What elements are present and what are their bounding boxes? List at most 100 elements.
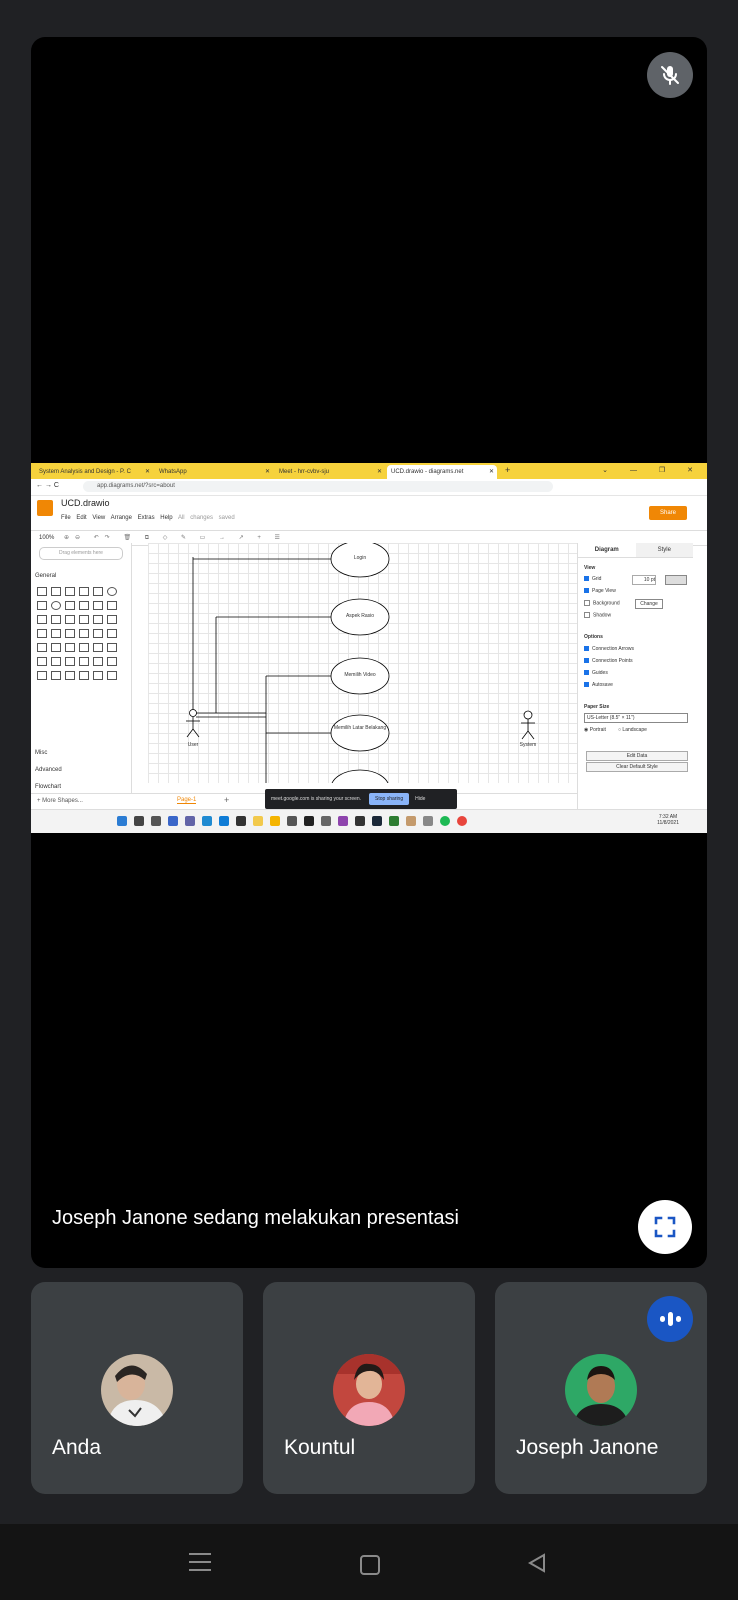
tab-diagram[interactable]: Diagram bbox=[578, 543, 636, 557]
search-icon bbox=[134, 816, 144, 826]
avatar bbox=[101, 1354, 173, 1426]
presenting-caption: Joseph Janone sedang melakukan presentas… bbox=[52, 1207, 459, 1229]
new-tab-button[interactable]: + bbox=[505, 465, 510, 475]
edge-dev-icon bbox=[219, 816, 229, 826]
browser-urlbar: ← → C app.diagrams.net/?src=about bbox=[31, 479, 707, 496]
screen-share-banner: meet.google.com is sharing your screen. … bbox=[265, 789, 457, 809]
view-heading: View bbox=[584, 565, 596, 571]
back-icon[interactable] bbox=[526, 1552, 548, 1579]
nav-arrows-icon[interactable]: ← → C bbox=[36, 482, 59, 489]
terminal-icon bbox=[236, 816, 246, 826]
tab-style[interactable]: Style bbox=[635, 543, 693, 557]
page-tab[interactable]: Page-1 bbox=[177, 797, 197, 804]
speaking-indicator-icon bbox=[647, 1296, 693, 1342]
app-icon bbox=[287, 816, 297, 826]
fullscreen-icon[interactable] bbox=[638, 1200, 692, 1254]
app-icon bbox=[304, 816, 314, 826]
shadow-checkbox[interactable]: Shadow bbox=[584, 612, 611, 618]
advanced-section[interactable]: Advanced bbox=[35, 767, 62, 773]
options-heading: Options bbox=[584, 634, 603, 640]
participant-tile[interactable]: Joseph Janone bbox=[495, 1282, 707, 1494]
avatar bbox=[333, 1354, 405, 1426]
mic-off-icon bbox=[647, 52, 693, 98]
app-icon bbox=[321, 816, 331, 826]
use-case-label[interactable]: Memilih Video bbox=[331, 672, 389, 678]
presentation-stage: System Analysis and Design - P. C ✕ Whats… bbox=[31, 37, 707, 1268]
share-button[interactable]: Share bbox=[649, 506, 687, 520]
shapes-grid bbox=[37, 587, 125, 680]
recent-apps-icon[interactable] bbox=[189, 1553, 211, 1577]
avatar bbox=[565, 1354, 637, 1426]
landscape-radio[interactable]: ○ Landscape bbox=[618, 727, 647, 733]
edge-icon bbox=[202, 816, 212, 826]
home-icon[interactable] bbox=[360, 1555, 380, 1575]
more-shapes-link[interactable]: + More Shapes... bbox=[37, 798, 83, 804]
browser-tab-active[interactable]: UCD.drawio - diagrams.net ✕ bbox=[387, 465, 497, 479]
shapes-search-input[interactable]: Drag elements here bbox=[39, 547, 123, 560]
task-view-icon bbox=[151, 816, 161, 826]
actor-label[interactable]: System bbox=[514, 742, 542, 748]
grid-color-swatch[interactable] bbox=[665, 575, 687, 585]
chrome-icon bbox=[457, 816, 467, 826]
stop-sharing-button[interactable]: Stop sharing bbox=[369, 793, 410, 805]
app-icon bbox=[423, 816, 433, 826]
change-button[interactable]: Change bbox=[635, 599, 663, 609]
paper-size-select[interactable]: US-Letter (8.5" × 11") bbox=[584, 713, 688, 723]
guides-checkbox[interactable]: Guides bbox=[584, 670, 608, 676]
add-page-button[interactable]: + bbox=[224, 795, 229, 805]
shapes-panel: Drag elements here General Misc Advanced… bbox=[31, 543, 132, 793]
autosave-checkbox[interactable]: Autosave bbox=[584, 682, 613, 688]
shared-screen: System Analysis and Design - P. C ✕ Whats… bbox=[31, 463, 707, 833]
app-icon bbox=[389, 816, 399, 826]
browser-tab[interactable]: WhatsApp ✕ bbox=[155, 465, 273, 479]
flowchart-section[interactable]: Flowchart bbox=[35, 784, 61, 790]
hide-banner-button[interactable]: Hide bbox=[415, 796, 425, 802]
browser-tab[interactable]: Meet - hrr-cvbv-sju ✕ bbox=[275, 465, 385, 479]
browser-tabbar: System Analysis and Design - P. C ✕ Whats… bbox=[31, 463, 707, 479]
general-section[interactable]: General bbox=[35, 573, 56, 579]
use-case-label[interactable]: Aspek Rasio bbox=[331, 613, 389, 619]
drawio-logo-icon bbox=[37, 500, 53, 516]
url-input[interactable]: app.diagrams.net/?src=about bbox=[83, 481, 553, 492]
connection-points-checkbox[interactable]: Connection Points bbox=[584, 658, 633, 664]
windows-taskbar: 7:32 AM 11/8/2021 bbox=[31, 809, 707, 833]
format-panel: Diagram Style View Grid 10 pt Page View … bbox=[577, 543, 693, 833]
widgets-icon bbox=[168, 816, 178, 826]
menu-bar[interactable]: File Edit View Arrange Extras Help All c… bbox=[61, 515, 235, 521]
participant-name: Kountul bbox=[284, 1436, 356, 1459]
background-checkbox[interactable]: Background bbox=[584, 600, 620, 606]
paper-size-heading: Paper Size bbox=[584, 704, 610, 710]
document-title[interactable]: UCD.drawio bbox=[61, 498, 110, 508]
participant-tile[interactable]: Kountul bbox=[263, 1282, 475, 1494]
app-icon bbox=[406, 816, 416, 826]
app-icon bbox=[338, 816, 348, 826]
zoom-level[interactable]: 100% bbox=[39, 535, 54, 541]
participant-name: Anda bbox=[52, 1436, 102, 1459]
misc-section[interactable]: Misc bbox=[35, 750, 47, 756]
edit-data-button[interactable]: Edit Data bbox=[586, 751, 688, 761]
taskbar-clock[interactable]: 7:32 AM 11/8/2021 bbox=[657, 814, 679, 826]
teams-icon bbox=[185, 816, 195, 826]
actor-label[interactable]: User bbox=[182, 742, 204, 748]
clear-default-style-button[interactable]: Clear Default Style bbox=[586, 762, 688, 772]
window-controls[interactable]: ⌄ — ❐ ✕ bbox=[602, 466, 703, 474]
connection-arrows-checkbox[interactable]: Connection Arrows bbox=[584, 646, 634, 652]
share-banner-text: meet.google.com is sharing your screen. bbox=[271, 796, 362, 802]
portrait-radio[interactable]: ◉ Portrait bbox=[584, 727, 606, 733]
steam-icon bbox=[372, 816, 382, 826]
folder-icon bbox=[253, 816, 263, 826]
sticky-notes-icon bbox=[270, 816, 280, 826]
drawio-header: UCD.drawio File Edit View Arrange Extras… bbox=[31, 496, 707, 531]
grid-size-input[interactable]: 10 pt bbox=[632, 575, 656, 585]
diagram-canvas[interactable]: Login Aspek Rasio Memilih Video Memilih … bbox=[148, 543, 578, 783]
grid-checkbox[interactable]: Grid bbox=[584, 576, 601, 582]
app-icon bbox=[355, 816, 365, 826]
participant-name: Joseph Janone bbox=[516, 1436, 659, 1459]
taskbar-icons[interactable] bbox=[117, 816, 467, 826]
spotify-icon bbox=[440, 816, 450, 826]
participant-tile[interactable]: Anda bbox=[31, 1282, 243, 1494]
use-case-label[interactable]: Login bbox=[331, 555, 389, 561]
page-view-checkbox[interactable]: Page View bbox=[584, 588, 616, 594]
browser-tab[interactable]: System Analysis and Design - P. C ✕ bbox=[35, 465, 153, 479]
use-case-label[interactable]: Memilih Latar Belakang bbox=[333, 725, 387, 731]
